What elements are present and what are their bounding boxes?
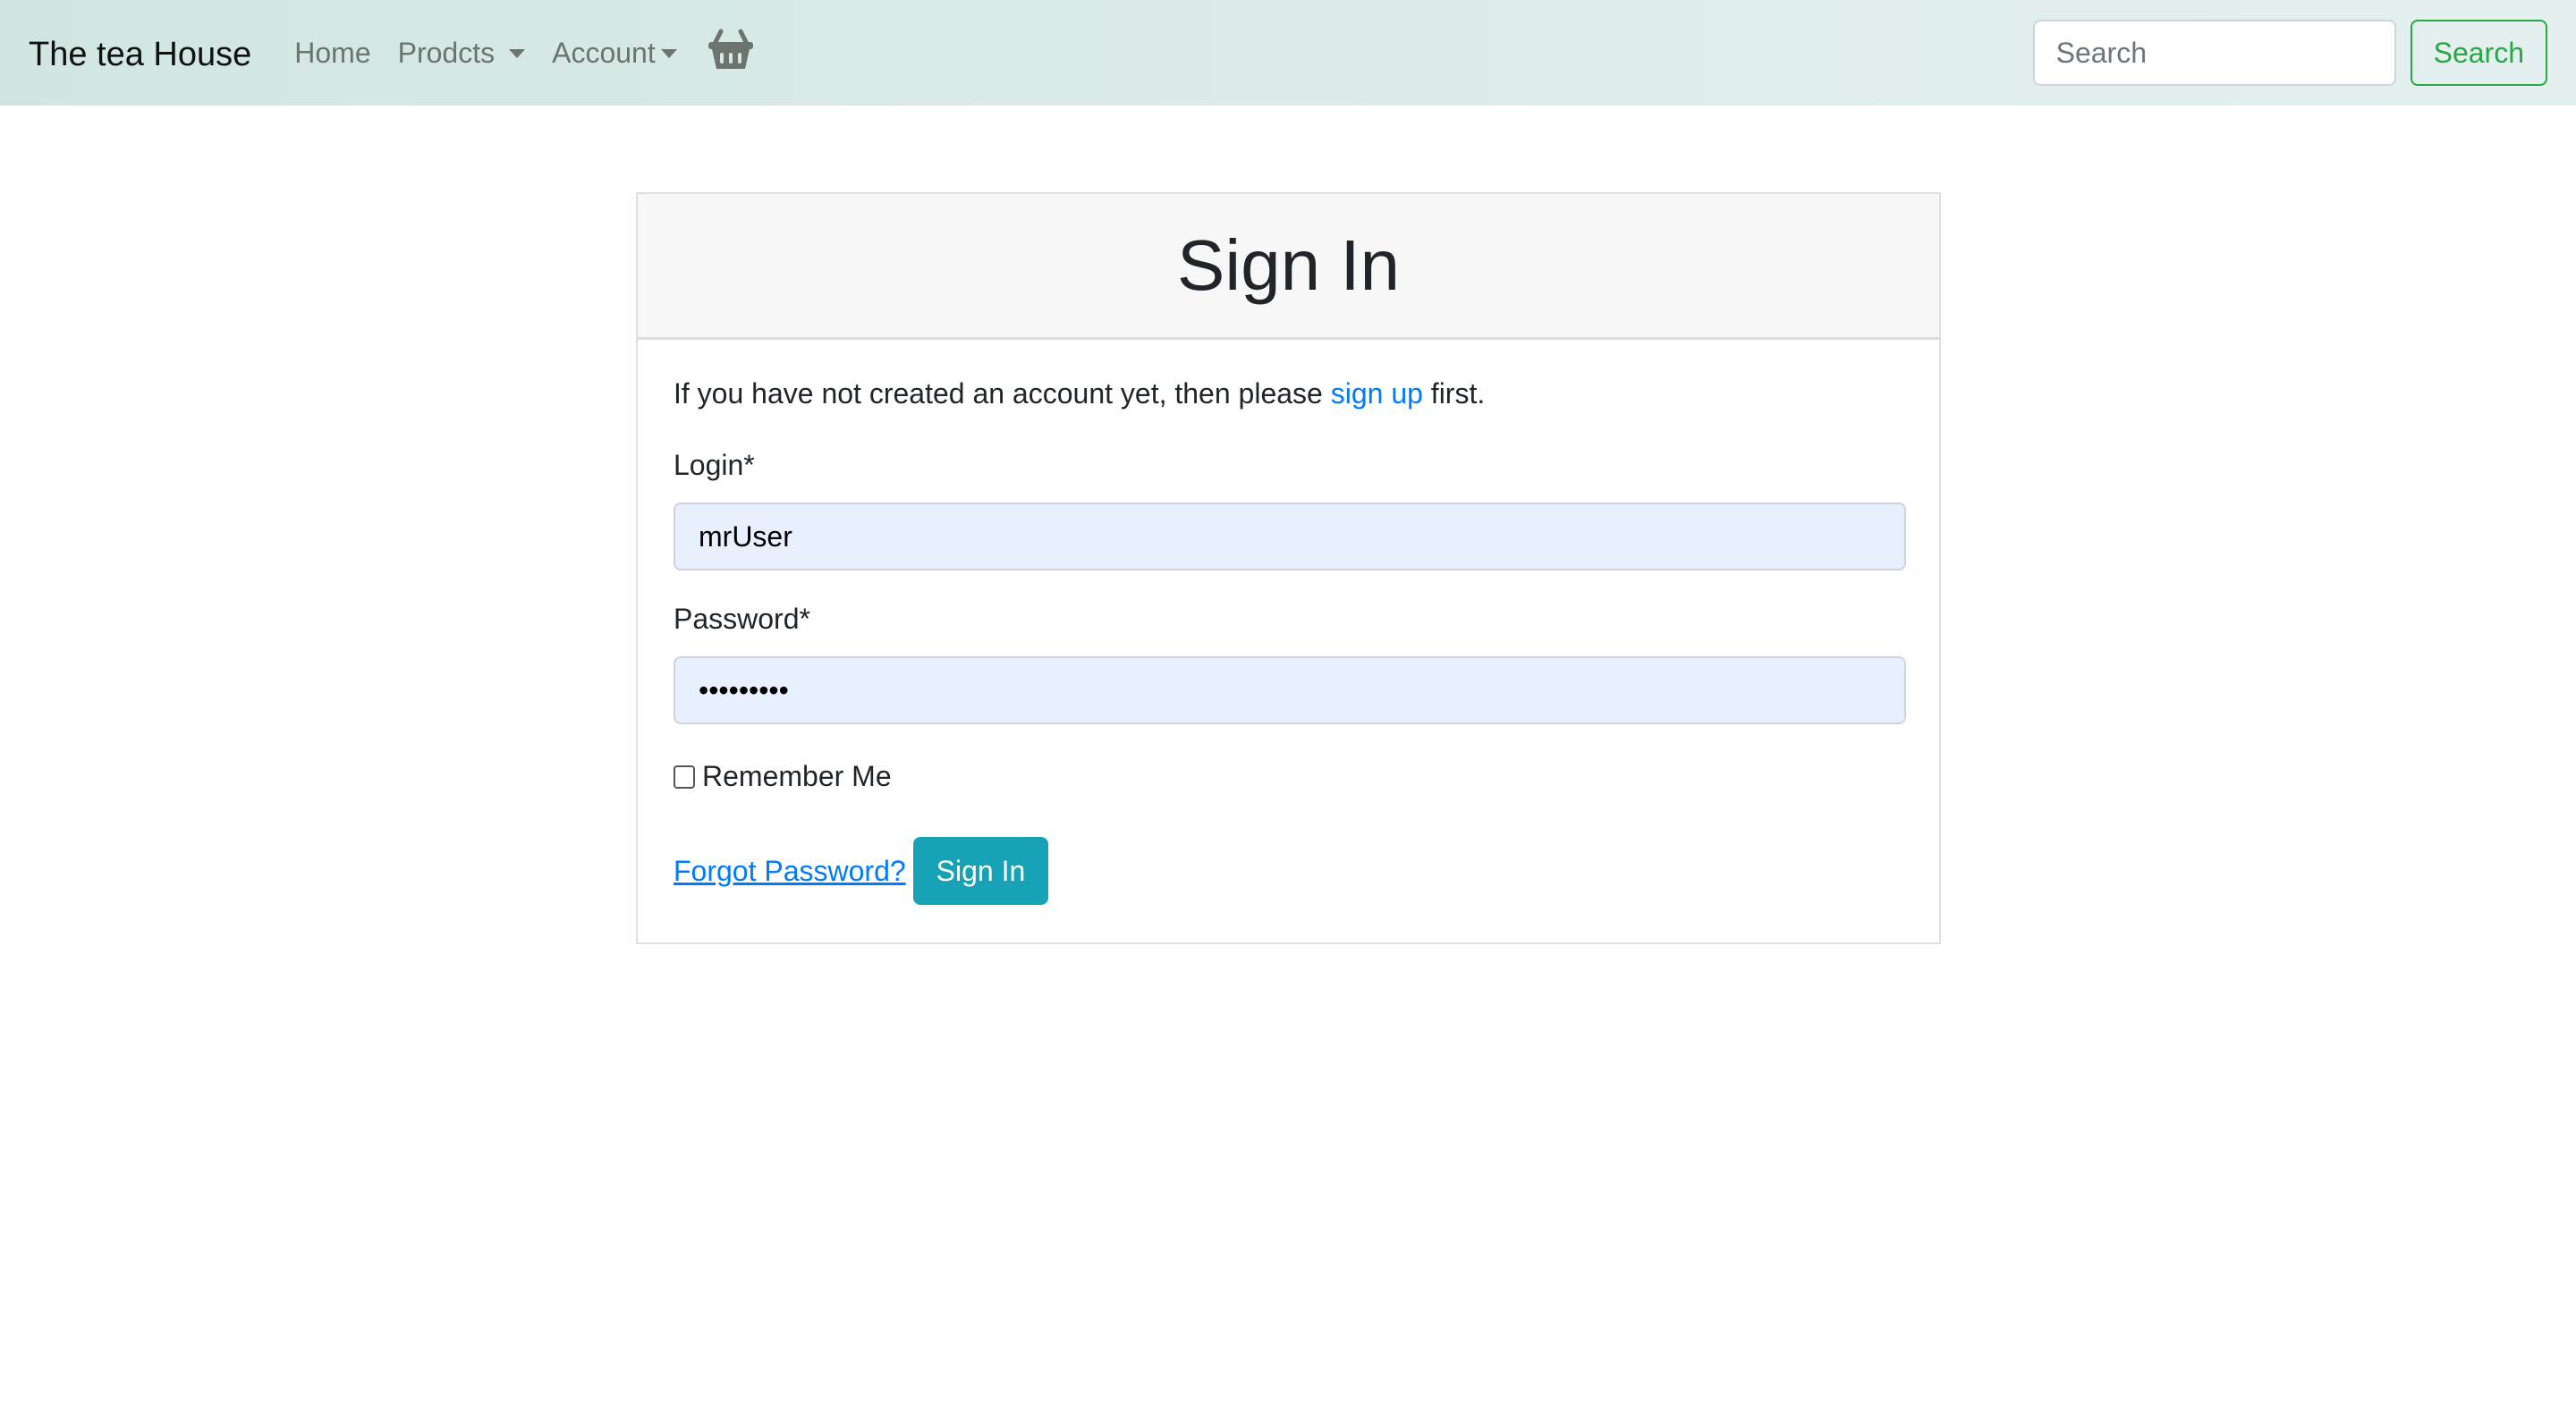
cart-link[interactable] bbox=[704, 29, 754, 75]
search-form: Search bbox=[2032, 20, 2547, 86]
search-input[interactable] bbox=[2032, 20, 2396, 86]
signup-prompt-tail: first. bbox=[1422, 377, 1486, 410]
password-input[interactable] bbox=[674, 656, 1906, 724]
page-title: Sign In bbox=[1176, 225, 1401, 305]
signup-prompt-text: If you have not created an account yet, … bbox=[674, 377, 1331, 410]
chevron-down-icon bbox=[509, 49, 526, 58]
basket-icon bbox=[708, 29, 753, 69]
signup-link[interactable]: sign up bbox=[1331, 377, 1423, 410]
signin-submit-button[interactable]: Sign In bbox=[912, 837, 1049, 905]
brand-logo-text[interactable]: The tea House bbox=[29, 36, 251, 74]
nav-account-label: Account bbox=[552, 36, 656, 69]
chevron-down-icon bbox=[660, 49, 677, 58]
login-label: Login* bbox=[674, 449, 755, 481]
card-header: Sign In bbox=[638, 194, 1939, 340]
nav-home[interactable]: Home bbox=[294, 37, 370, 70]
nav-products-dropdown[interactable]: Prodcts bbox=[397, 36, 526, 70]
login-input[interactable] bbox=[674, 503, 1906, 570]
remember-me-checkbox[interactable] bbox=[674, 765, 695, 789]
navbar: The tea House Home Prodcts Account Searc… bbox=[0, 0, 2576, 106]
remember-me-label[interactable]: Remember Me bbox=[702, 760, 892, 793]
form-actions: Forgot Password? Sign In bbox=[674, 837, 1049, 905]
password-label: Password* bbox=[674, 603, 810, 635]
signin-card: Sign In If you have not created an accou… bbox=[636, 192, 1941, 944]
forgot-password-link[interactable]: Forgot Password? bbox=[674, 855, 906, 888]
remember-me-row: Remember Me bbox=[674, 760, 892, 793]
search-button[interactable]: Search bbox=[2410, 20, 2547, 86]
nav-products-label: Prodcts bbox=[397, 36, 496, 69]
nav-account-dropdown[interactable]: Account bbox=[552, 37, 677, 70]
signup-prompt: If you have not created an account yet, … bbox=[674, 377, 1485, 410]
nav-home-label: Home bbox=[294, 36, 371, 69]
